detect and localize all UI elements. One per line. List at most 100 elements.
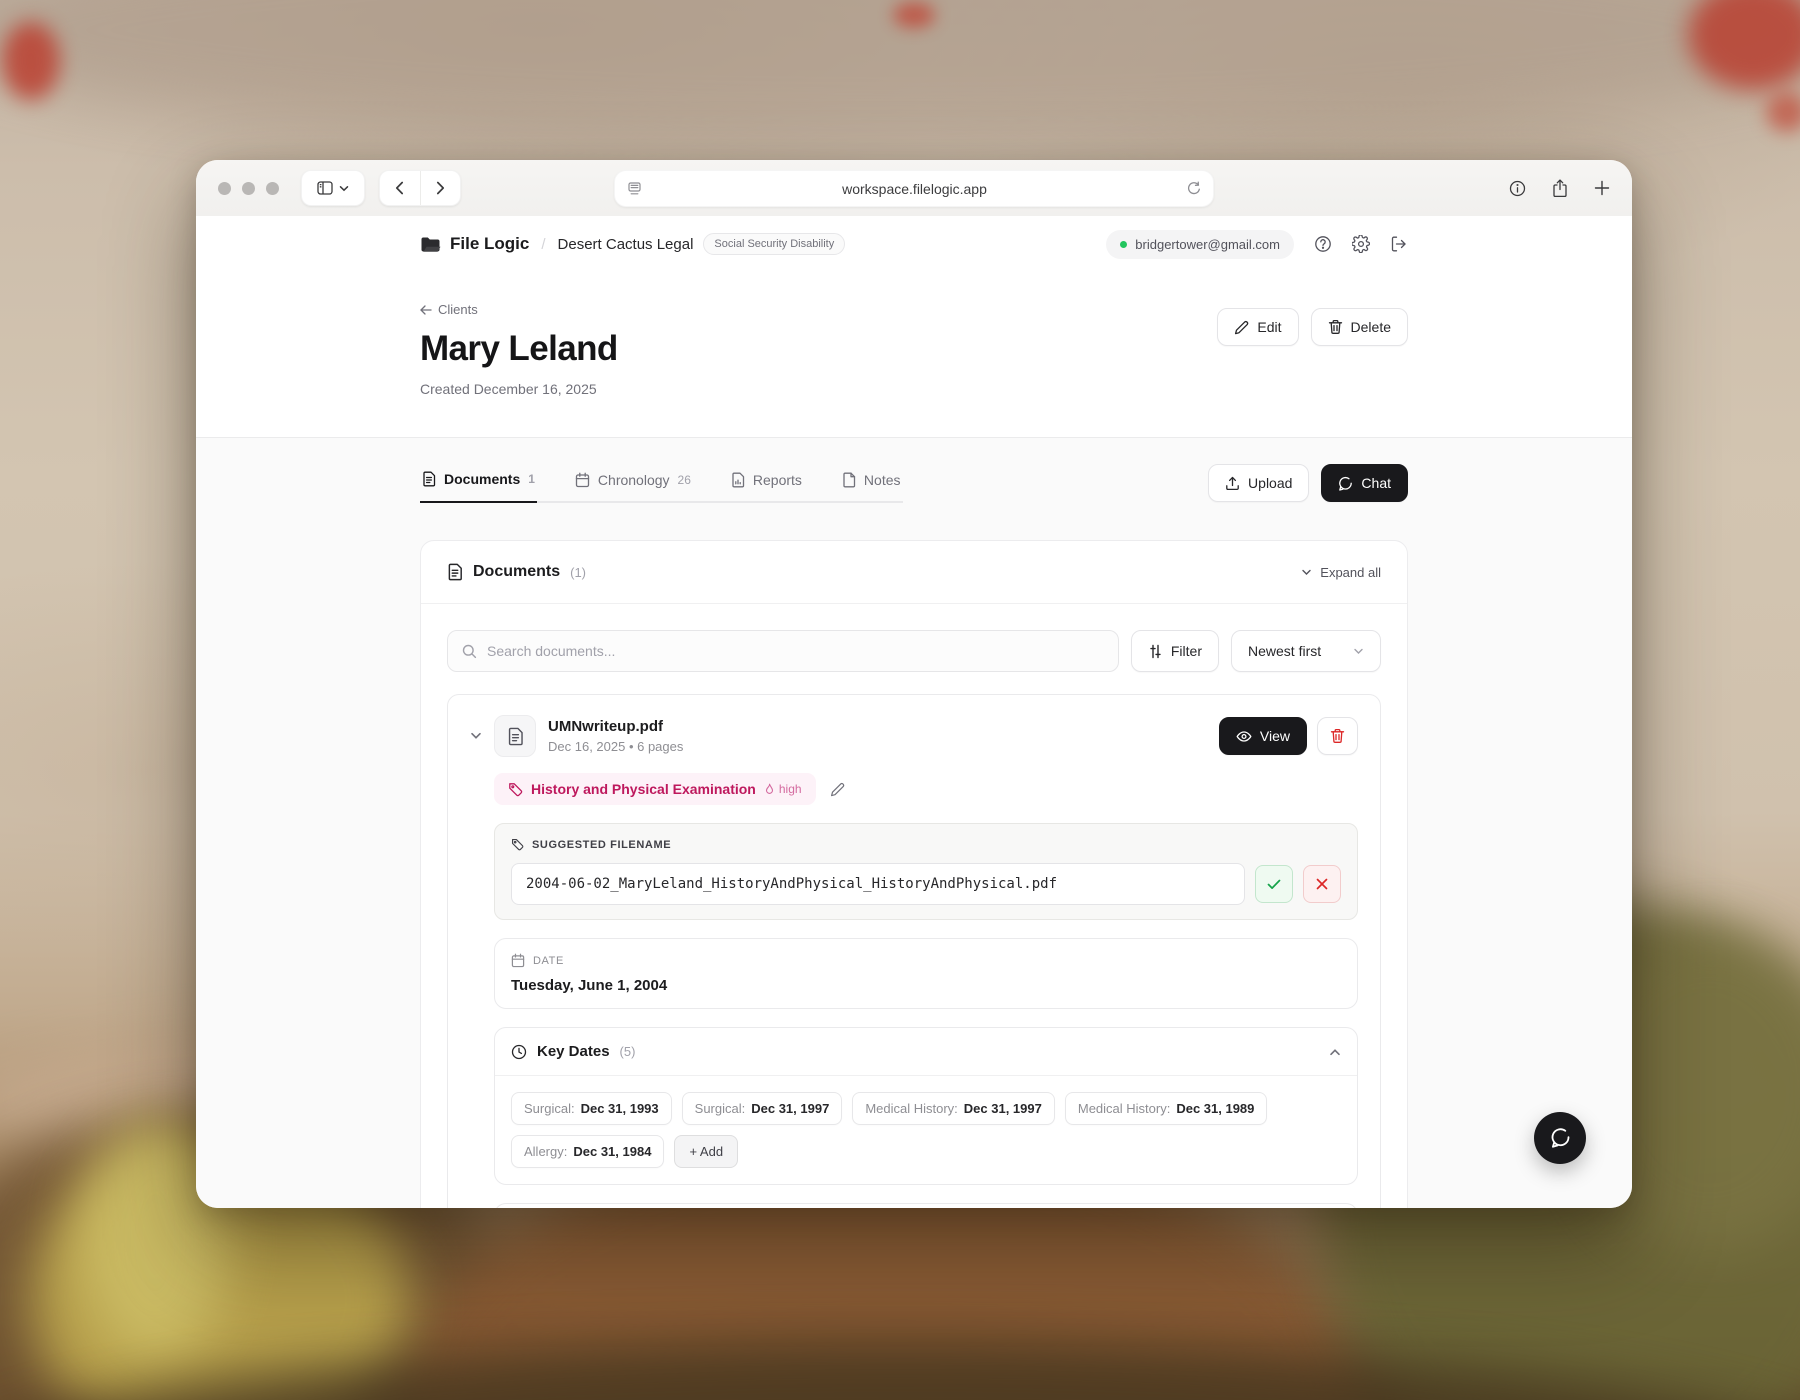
sidebar-icon: [317, 181, 333, 195]
brand-name: File Logic: [450, 234, 529, 254]
key-dates-title: Key Dates: [537, 1043, 610, 1060]
panel-title: Documents: [473, 563, 560, 581]
brand[interactable]: File Logic: [420, 234, 529, 254]
trash-icon: [1330, 728, 1345, 744]
background-red-mark: [1766, 92, 1800, 132]
address-bar[interactable]: workspace.filelogic.app: [614, 170, 1214, 207]
trash-icon: [1328, 319, 1343, 335]
document-type-tag[interactable]: History and Physical Examination high: [494, 773, 816, 805]
main-content: Documents 1 Chronology 26: [196, 438, 1632, 1208]
tab-notes[interactable]: Notes: [840, 471, 903, 503]
sidebar-toggle-button[interactable]: [301, 170, 365, 206]
chat-fab-button[interactable]: [1534, 1112, 1586, 1164]
document-card: UMNwriteup.pdf Dec 16, 2025 • 6 pages Vi…: [447, 694, 1381, 1208]
sort-dropdown[interactable]: Newest first: [1231, 630, 1381, 672]
key-date-label: Medical History:: [865, 1101, 957, 1116]
zoom-window-button[interactable]: [266, 182, 279, 195]
date-value: Tuesday, June 1, 2004: [511, 977, 1341, 994]
check-icon: [1267, 879, 1281, 890]
view-button-label: View: [1260, 728, 1290, 744]
upload-icon: [1225, 476, 1240, 491]
key-date-value: Dec 31, 1997: [751, 1101, 829, 1116]
tag-row: History and Physical Examination high: [494, 773, 1358, 805]
document-icon: [422, 471, 436, 487]
back-to-clients-link[interactable]: Clients: [420, 302, 478, 317]
chrome-right-icons: [1509, 179, 1610, 198]
tab-count: 1: [528, 472, 535, 486]
report-icon: [731, 472, 745, 488]
search-input[interactable]: [487, 643, 1104, 659]
key-date-chip[interactable]: Surgical: Dec 31, 1993: [511, 1092, 672, 1125]
documents-panel: Documents (1) Expand all: [420, 540, 1408, 1208]
reload-button[interactable]: [1187, 181, 1201, 196]
upload-button-label: Upload: [1248, 475, 1292, 491]
collapse-document-chevron-icon[interactable]: [470, 732, 482, 740]
help-icon[interactable]: [1314, 235, 1332, 253]
page-title: Mary Leland: [420, 329, 618, 369]
chat-bubble-icon: [1548, 1126, 1572, 1150]
nav-button-group: [379, 170, 461, 206]
chat-button-label: Chat: [1361, 475, 1391, 491]
reader-view-icon[interactable]: [627, 182, 642, 195]
settings-gear-icon[interactable]: [1352, 235, 1370, 253]
view-document-button[interactable]: View: [1219, 717, 1307, 755]
forward-button[interactable]: [420, 171, 461, 205]
workspace-name[interactable]: Desert Cactus Legal: [558, 236, 694, 253]
edit-button-label: Edit: [1257, 319, 1281, 335]
tab-chronology[interactable]: Chronology 26: [573, 471, 693, 503]
info-icon[interactable]: [1509, 180, 1526, 197]
user-email-pill[interactable]: bridgertower@gmail.com: [1106, 230, 1294, 259]
key-date-chip[interactable]: Medical History: Dec 31, 1989: [1065, 1092, 1268, 1125]
flame-icon: [764, 783, 775, 796]
calendar-icon: [575, 472, 590, 488]
accept-filename-button[interactable]: [1255, 865, 1293, 903]
breadcrumb-separator: /: [541, 236, 545, 253]
key-date-chip[interactable]: Medical History: Dec 31, 1997: [852, 1092, 1055, 1125]
chevron-left-icon: [395, 181, 404, 195]
arrow-left-icon: [420, 305, 432, 315]
tab-label: Reports: [753, 472, 802, 488]
chevron-down-icon: [1353, 648, 1364, 655]
key-date-chip[interactable]: Surgical: Dec 31, 1997: [682, 1092, 843, 1125]
key-date-value: Dec 31, 1997: [964, 1101, 1042, 1116]
delete-client-button[interactable]: Delete: [1311, 308, 1408, 346]
chat-button[interactable]: Chat: [1321, 464, 1408, 502]
share-icon[interactable]: [1552, 179, 1568, 198]
reject-filename-button[interactable]: [1303, 865, 1341, 903]
eye-icon: [1236, 730, 1252, 743]
file-icon: [494, 715, 536, 757]
filter-button[interactable]: Filter: [1131, 630, 1219, 672]
tab-label: Notes: [864, 472, 901, 488]
close-window-button[interactable]: [218, 182, 231, 195]
chevron-down-icon: [339, 185, 349, 192]
key-date-chip[interactable]: Allergy: Dec 31, 1984: [511, 1135, 664, 1168]
edit-tag-pencil-icon[interactable]: [830, 782, 845, 797]
upload-button[interactable]: Upload: [1208, 464, 1309, 502]
add-key-date-button[interactable]: + Add: [674, 1135, 738, 1168]
tag-icon: [511, 838, 524, 851]
key-date-label: Allergy:: [524, 1144, 567, 1159]
tab-count: 26: [678, 473, 691, 487]
collapse-key-dates-chevron-icon[interactable]: [1329, 1048, 1341, 1056]
key-date-value: Dec 31, 1984: [573, 1144, 651, 1159]
document-filename[interactable]: UMNwriteup.pdf: [548, 718, 683, 735]
logout-icon[interactable]: [1390, 235, 1408, 253]
tab-reports[interactable]: Reports: [729, 471, 804, 503]
new-tab-icon[interactable]: [1594, 180, 1610, 196]
back-button[interactable]: [380, 171, 420, 205]
background-red-mark: [2, 22, 60, 100]
tab-label: Documents: [444, 471, 520, 487]
tab-label: Chronology: [598, 472, 670, 488]
calendar-icon: [511, 953, 525, 968]
minimize-window-button[interactable]: [242, 182, 255, 195]
expand-all-button[interactable]: Expand all: [1301, 565, 1381, 580]
delete-document-button[interactable]: [1317, 717, 1358, 755]
chevron-right-icon: [436, 181, 445, 195]
edit-client-button[interactable]: Edit: [1217, 308, 1298, 346]
key-date-label: Surgical:: [695, 1101, 746, 1116]
suggested-filename-input[interactable]: [511, 863, 1245, 905]
tab-documents[interactable]: Documents 1: [420, 471, 537, 503]
online-status-dot: [1120, 241, 1127, 248]
expand-all-label: Expand all: [1320, 565, 1381, 580]
key-dates-count: (5): [620, 1044, 636, 1059]
